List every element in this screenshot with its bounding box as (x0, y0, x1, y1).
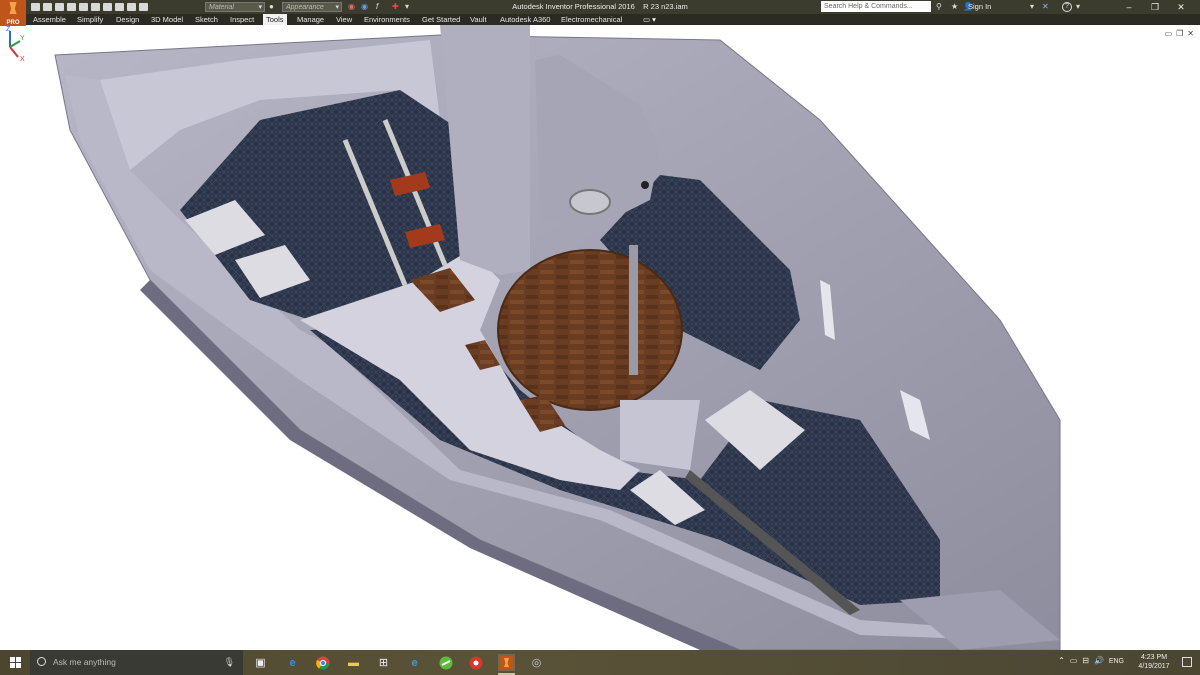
tab-electromechanical[interactable]: Electromechanical (561, 14, 622, 25)
tab-view[interactable]: View (336, 14, 352, 25)
help-search-placeholder: Search Help & Commands... (824, 3, 913, 10)
inventor-logo-icon (9, 2, 17, 14)
tab-assemble[interactable]: Assemble (33, 14, 66, 25)
window-title-app: Autodesk Inventor Professional 2016 (512, 2, 635, 11)
tab-tools[interactable]: Tools (263, 14, 287, 25)
show-hidden-icons-icon[interactable]: ⌃ (1058, 656, 1065, 665)
red-app-icon[interactable] (467, 654, 484, 671)
view-controls: ▭ ❐ ✕ (1165, 29, 1194, 38)
cortana-icon (37, 657, 46, 666)
cortana-placeholder: Ask me anything (53, 657, 116, 667)
cortana-search-box[interactable]: Ask me anything 🎙 (30, 650, 243, 675)
sign-in-link[interactable]: Sign In (968, 2, 991, 11)
tab-get-started[interactable]: Get Started (422, 14, 460, 25)
edge-icon[interactable]: e (284, 654, 301, 671)
ie-icon[interactable]: e (406, 654, 423, 671)
coordinate-triad: Z Y X (6, 26, 25, 63)
tab-vault[interactable]: Vault (470, 14, 487, 25)
window-title-file: R 23 n23.iam (643, 2, 688, 11)
sign-in-dropdown-icon[interactable]: ▾ (1030, 2, 1034, 11)
window-controls: – ❐ ✕ (1116, 0, 1194, 14)
tray-icons: ⌃ ▭ ⊟ 🔊 (1058, 656, 1104, 665)
chrome-icon[interactable] (314, 654, 331, 671)
inventor-icon[interactable] (498, 654, 515, 675)
green-app-icon[interactable] (437, 654, 454, 671)
title-bar: PRO Material ● Appearance ◉ ◉ f ✚ ▾ Auto… (0, 0, 1200, 26)
exchange-icon[interactable]: ✕ (1042, 2, 1049, 11)
tab-environments[interactable]: Environments (364, 14, 410, 25)
clock-date: 4/19/2017 (1138, 663, 1170, 670)
tab-3d-model[interactable]: 3D Model (151, 14, 183, 25)
store-icon[interactable]: ⊞ (375, 654, 392, 671)
app-logo-label: PRO (6, 20, 20, 26)
window-title: Autodesk Inventor Professional 2016 R 23… (0, 2, 1200, 11)
maximize-icon[interactable]: ❐ (1142, 0, 1168, 14)
tab-inspect[interactable]: Inspect (230, 14, 254, 25)
mast-pole (629, 245, 638, 375)
file-explorer-icon[interactable]: ▬ (345, 654, 362, 671)
binoculars-icon[interactable]: ⚲ (936, 2, 942, 11)
tab-sketch[interactable]: Sketch (195, 14, 218, 25)
ribbon-tab-bar: Assemble Simplify Design 3D Model Sketch… (0, 14, 1200, 25)
axis-y-label: Y (20, 35, 25, 42)
network-icon[interactable]: ⊟ (1082, 656, 1089, 665)
action-center-icon[interactable] (1182, 657, 1192, 667)
table-pedestal (620, 400, 700, 470)
graphics-viewport[interactable]: ▭ ❐ ✕ Z Y X (0, 25, 1200, 650)
tab-design[interactable]: Design (116, 14, 139, 25)
help-dropdown-icon[interactable]: ▾ (1076, 2, 1080, 11)
boat-model-render (54, 25, 1061, 650)
minimize-view-icon[interactable]: ▭ (1165, 29, 1173, 38)
clock-time: 4:23 PM (1140, 654, 1168, 661)
ribbon-toggle-icon[interactable]: ▭ ▾ (643, 14, 656, 25)
microphone-icon[interactable]: 🎙 (224, 657, 235, 668)
volume-icon[interactable]: 🔊 (1094, 656, 1104, 665)
start-button[interactable] (10, 657, 21, 668)
axis-x-label: X (20, 56, 25, 63)
minimize-icon[interactable]: – (1116, 0, 1142, 14)
dining-table (497, 249, 683, 411)
language-indicator[interactable]: ENG (1109, 658, 1124, 665)
help-search-input[interactable]: Search Help & Commands... (821, 1, 931, 12)
restore-view-icon[interactable]: ❐ (1176, 29, 1183, 38)
tab-simplify[interactable]: Simplify (77, 14, 103, 25)
sink (569, 189, 611, 215)
close-icon[interactable]: ✕ (1168, 0, 1194, 14)
task-view-icon[interactable]: ▣ (252, 654, 269, 671)
help-button[interactable]: ? (1062, 2, 1072, 12)
stove-knob (641, 181, 649, 189)
close-view-icon[interactable]: ✕ (1187, 29, 1194, 38)
axis-z-label: Z (6, 26, 11, 33)
tab-manage[interactable]: Manage (297, 14, 324, 25)
application-menu-button[interactable]: PRO (0, 0, 26, 26)
tab-autodesk-a360[interactable]: Autodesk A360 (500, 14, 550, 25)
windows-taskbar: Ask me anything 🎙 ▣ e ▬ ⊞ e ◎ ⌃ ▭ ⊟ 🔊 EN… (0, 650, 1200, 675)
grey-app-icon[interactable]: ◎ (528, 654, 545, 671)
taskbar-clock[interactable]: 4:23 PM 4/19/2017 (1132, 653, 1176, 671)
windows-logo-icon (10, 657, 15, 662)
battery-icon[interactable]: ▭ (1070, 656, 1078, 665)
favorites-icon[interactable]: ★ (951, 2, 958, 11)
